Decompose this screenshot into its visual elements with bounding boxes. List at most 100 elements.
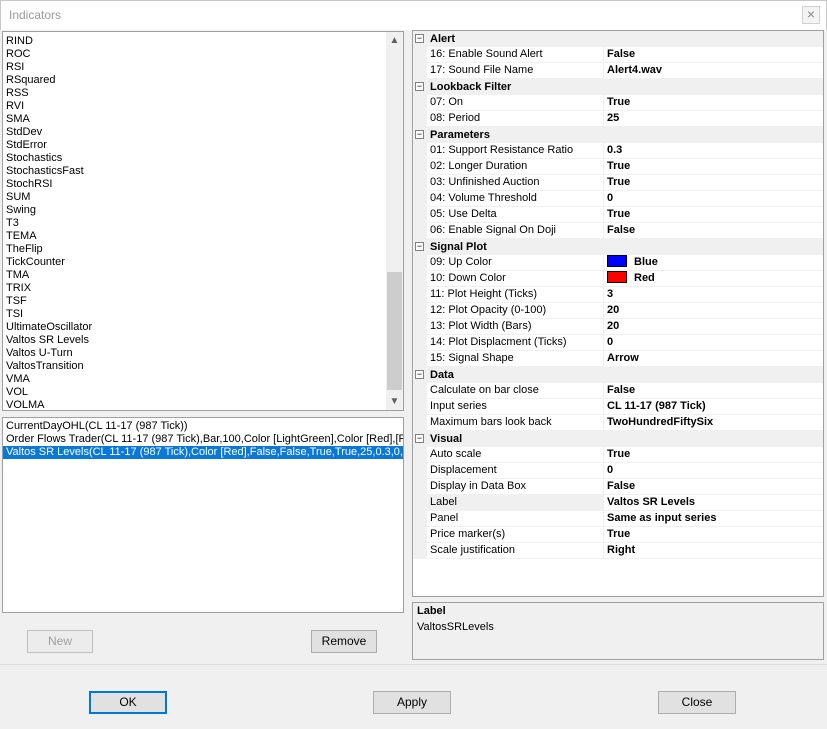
property-row[interactable]: 03: Unfinished Auction True xyxy=(413,175,823,191)
indicator-list-item[interactable]: SMA xyxy=(3,113,386,126)
property-value[interactable]: True xyxy=(604,159,823,175)
indicator-list-item[interactable]: TheFlip xyxy=(3,243,386,256)
indicator-list-scrollbar[interactable]: ▲ ▼ xyxy=(386,32,403,410)
property-value[interactable]: 0 xyxy=(604,191,823,207)
property-value[interactable]: True xyxy=(604,95,823,111)
property-value[interactable]: CL 11-17 (987 Tick) xyxy=(604,399,823,415)
indicator-list[interactable]: RIND ROC RSI RSquared RSS RVI SMA StdDev StdErro… xyxy=(2,31,404,411)
property-value[interactable]: True xyxy=(604,527,823,543)
property-value[interactable]: False xyxy=(604,383,823,399)
property-row[interactable]: 08: Period 25 xyxy=(413,111,823,127)
indicator-list-item[interactable]: TickCounter xyxy=(3,256,386,269)
indicator-list-item[interactable]: TEMA xyxy=(3,230,386,243)
property-row[interactable]: 15: Signal Shape Arrow xyxy=(413,351,823,367)
scrollbar-thumb[interactable] xyxy=(387,272,402,390)
property-value[interactable]: True xyxy=(604,207,823,223)
property-row[interactable]: 17: Sound File Name Alert4.wav xyxy=(413,63,823,79)
property-category[interactable]: − Signal Plot xyxy=(413,239,823,255)
property-row[interactable]: Maximum bars look back TwoHundredFiftySix xyxy=(413,415,823,431)
property-category[interactable]: − Alert xyxy=(413,31,823,47)
collapse-icon[interactable]: − xyxy=(415,434,424,443)
scroll-down-icon[interactable]: ▼ xyxy=(386,393,403,410)
new-button[interactable]: New xyxy=(27,630,93,653)
property-row[interactable]: 11: Plot Height (Ticks) 3 xyxy=(413,287,823,303)
property-row[interactable]: Displacement 0 xyxy=(413,463,823,479)
property-value[interactable]: 0 xyxy=(604,335,823,351)
indicator-list-item[interactable]: StdDev xyxy=(3,126,386,139)
property-value[interactable]: 3 xyxy=(604,287,823,303)
indicator-list-item[interactable]: SUM xyxy=(3,191,386,204)
property-category[interactable]: − Visual xyxy=(413,431,823,447)
applied-indicator-item[interactable]: CurrentDayOHL(CL 11-17 (987 Tick)) xyxy=(3,420,403,433)
indicator-list-item[interactable]: TRIX xyxy=(3,282,386,295)
indicator-list-item[interactable]: VOL xyxy=(3,386,386,399)
collapse-icon[interactable]: − xyxy=(415,130,424,139)
window-close-icon[interactable]: × xyxy=(802,6,820,24)
indicator-list-item[interactable]: StochRSI xyxy=(3,178,386,191)
indicator-list-item[interactable]: RSI xyxy=(3,61,386,74)
property-value[interactable]: 0.3 xyxy=(604,143,823,159)
indicator-list-item[interactable]: RSquared xyxy=(3,74,386,87)
collapse-icon[interactable]: − xyxy=(415,370,424,379)
property-value[interactable]: 20 xyxy=(604,303,823,319)
property-value[interactable]: False xyxy=(604,223,823,239)
indicator-list-item[interactable]: RIND xyxy=(3,35,386,48)
property-row[interactable]: 07: On True xyxy=(413,95,823,111)
property-row[interactable]: Auto scale True xyxy=(413,447,823,463)
property-value[interactable]: True xyxy=(604,447,823,463)
property-row[interactable]: Price marker(s) True xyxy=(413,527,823,543)
property-value[interactable]: True xyxy=(604,175,823,191)
collapse-icon[interactable]: − xyxy=(415,82,424,91)
property-value[interactable]: Red xyxy=(604,271,823,287)
indicator-list-item[interactable]: T3 xyxy=(3,217,386,230)
indicator-list-item[interactable]: VMA xyxy=(3,373,386,386)
property-category[interactable]: − Data xyxy=(413,367,823,383)
property-row[interactable]: Label Valtos SR Levels xyxy=(413,495,823,511)
indicator-list-item[interactable]: RSS xyxy=(3,87,386,100)
property-row[interactable]: 06: Enable Signal On Doji False xyxy=(413,223,823,239)
property-value[interactable]: Alert4.wav xyxy=(604,63,823,79)
indicator-list-item[interactable]: TSF xyxy=(3,295,386,308)
property-value[interactable]: TwoHundredFiftySix xyxy=(604,415,823,431)
indicator-list-item[interactable]: Swing xyxy=(3,204,386,217)
property-value[interactable]: Valtos SR Levels xyxy=(604,495,823,511)
property-row[interactable]: 14: Plot Displacment (Ticks) 0 xyxy=(413,335,823,351)
close-button[interactable]: Close xyxy=(658,691,736,714)
collapse-icon[interactable]: − xyxy=(415,242,424,251)
property-value[interactable]: False xyxy=(604,479,823,495)
property-value[interactable]: 20 xyxy=(604,319,823,335)
property-value[interactable]: 0 xyxy=(604,463,823,479)
remove-button[interactable]: Remove xyxy=(311,630,377,653)
indicator-list-item[interactable]: UltimateOscillator xyxy=(3,321,386,334)
property-row[interactable]: 16: Enable Sound Alert False xyxy=(413,47,823,63)
property-row[interactable]: 09: Up Color Blue xyxy=(413,255,823,271)
property-value[interactable]: Blue xyxy=(604,255,823,271)
property-row[interactable]: Input series CL 11-17 (987 Tick) xyxy=(413,399,823,415)
property-value[interactable]: 25 xyxy=(604,111,823,127)
applied-indicator-item[interactable]: Valtos SR Levels(CL 11-17 (987 Tick),Col… xyxy=(3,446,403,459)
property-category[interactable]: − Parameters xyxy=(413,127,823,143)
property-value[interactable]: Same as input series xyxy=(604,511,823,527)
property-row[interactable]: Calculate on bar close False xyxy=(413,383,823,399)
property-row[interactable]: 04: Volume Threshold 0 xyxy=(413,191,823,207)
scroll-up-icon[interactable]: ▲ xyxy=(386,32,403,49)
property-row[interactable]: Display in Data Box False xyxy=(413,479,823,495)
indicator-list-item[interactable]: TSI xyxy=(3,308,386,321)
property-value[interactable]: False xyxy=(604,47,823,63)
property-category[interactable]: − Lookback Filter xyxy=(413,79,823,95)
property-value[interactable]: Arrow xyxy=(604,351,823,367)
indicator-list-item[interactable]: Stochastics xyxy=(3,152,386,165)
property-row[interactable]: Panel Same as input series xyxy=(413,511,823,527)
ok-button[interactable]: OK xyxy=(89,691,167,714)
collapse-icon[interactable]: − xyxy=(415,34,424,43)
apply-button[interactable]: Apply xyxy=(373,691,451,714)
property-row[interactable]: 10: Down Color Red xyxy=(413,271,823,287)
applied-indicator-item[interactable]: Order Flows Trader(CL 11-17 (987 Tick),B… xyxy=(3,433,403,446)
property-row[interactable]: 01: Support Resistance Ratio 0.3 xyxy=(413,143,823,159)
indicator-list-item[interactable]: StdError xyxy=(3,139,386,152)
property-row[interactable]: 13: Plot Width (Bars) 20 xyxy=(413,319,823,335)
property-row[interactable]: 05: Use Delta True xyxy=(413,207,823,223)
indicator-list-item[interactable]: VOLMA xyxy=(3,399,386,410)
applied-indicators-list[interactable]: CurrentDayOHL(CL 11-17 (987 Tick)) Order… xyxy=(2,417,404,613)
indicator-list-item[interactable]: RVI xyxy=(3,100,386,113)
